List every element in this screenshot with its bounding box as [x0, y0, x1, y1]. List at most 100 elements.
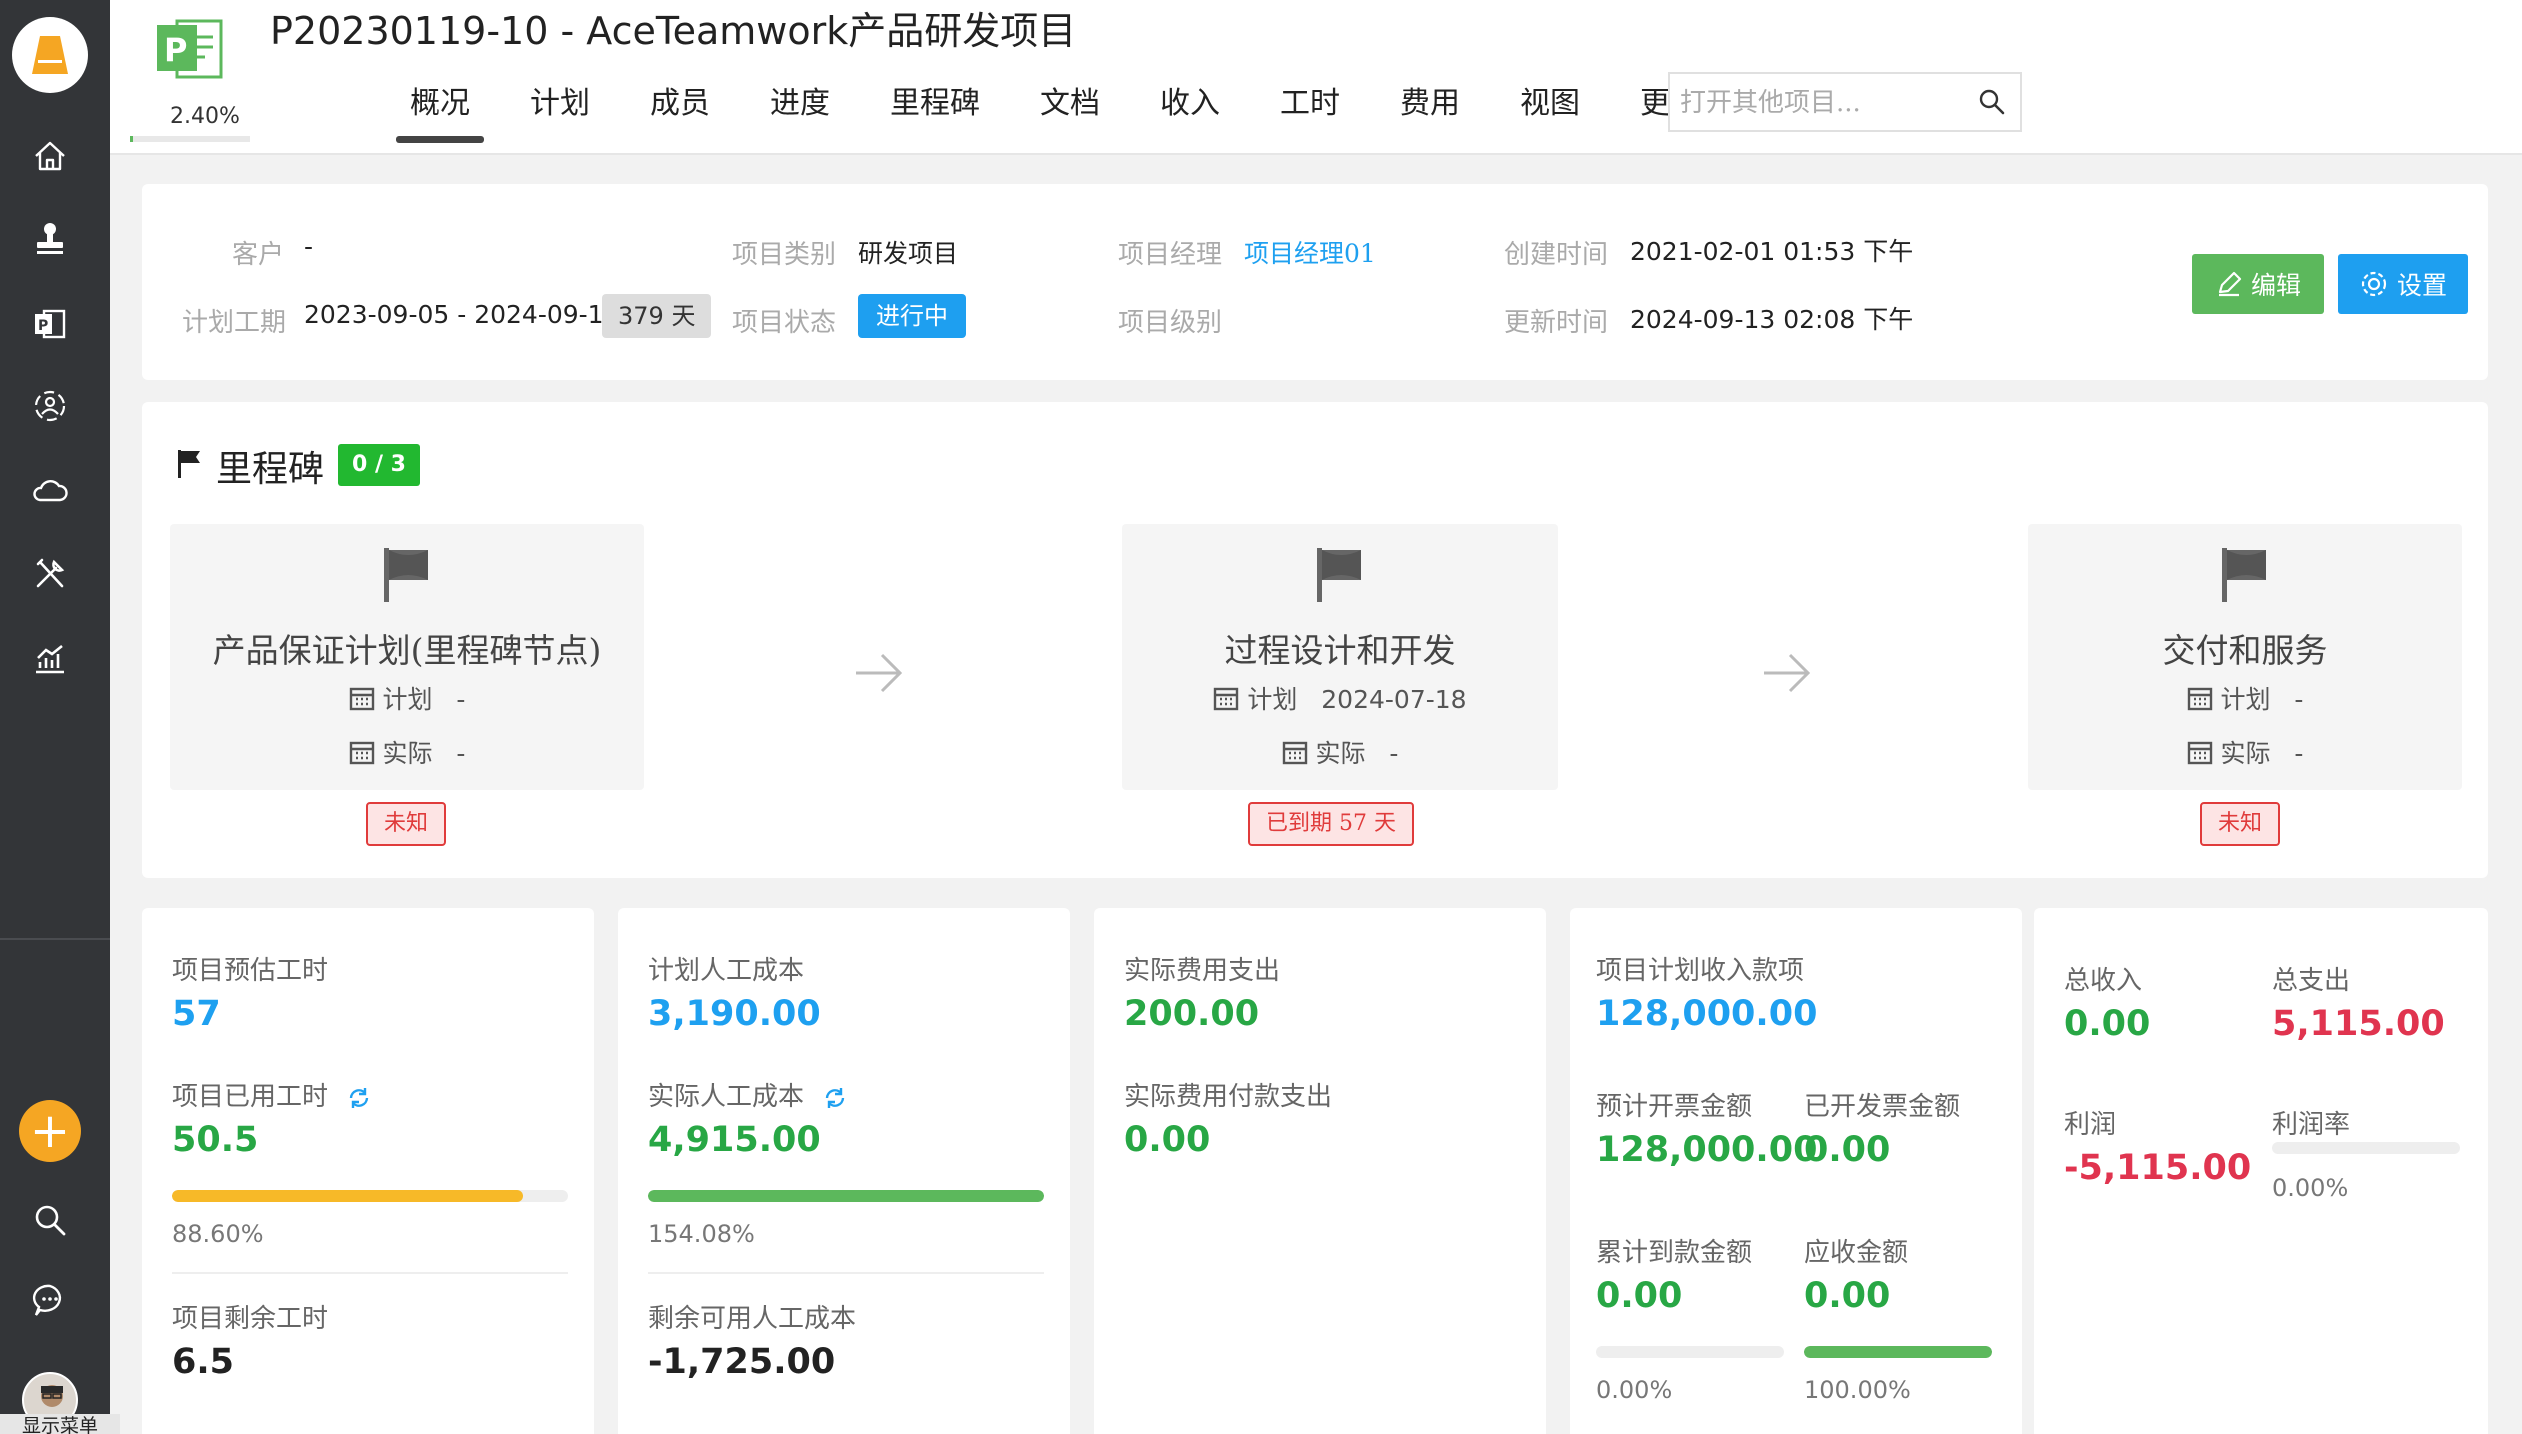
expected-invoice-value: 128,000.00 — [1596, 1130, 1818, 1170]
total-expense-label: 总支出 — [2272, 966, 2351, 996]
sidebar-divider — [0, 938, 110, 940]
actual-value: - — [1389, 739, 1399, 768]
calendar-icon — [1282, 741, 1307, 765]
received-bar — [1596, 1346, 1784, 1358]
calendar-icon — [349, 687, 374, 711]
created-label: 创建时间 — [1504, 240, 1609, 270]
project-progress-fill — [130, 136, 133, 142]
estimated-hours-label: 项目预估工时 — [172, 956, 329, 986]
plan-value: - — [2294, 685, 2304, 714]
customer-label: 客户 — [232, 240, 285, 270]
settings-button[interactable]: 设置 — [2338, 254, 2468, 314]
tab-documents[interactable]: 文档 — [1040, 78, 1100, 122]
total-income-value: 0.00 — [2064, 1004, 2151, 1044]
milestone-card[interactable]: 产品保证计划(里程碑节点) 计划 - 实际 - — [170, 524, 644, 790]
app-logo[interactable] — [12, 17, 88, 93]
search-icon[interactable] — [22, 1192, 78, 1248]
top-header: P 2.40% P20230119-10 - AceTeamwork产品研发项目… — [110, 0, 2522, 155]
tools-icon[interactable] — [22, 546, 78, 602]
report-icon[interactable] — [22, 630, 78, 686]
refresh-icon[interactable] — [346, 1085, 372, 1111]
milestones-count-badge: 0 / 3 — [338, 444, 420, 486]
tab-views[interactable]: 视图 — [1520, 78, 1580, 122]
plan-label: 计划 — [2220, 685, 2271, 714]
paid-expense-label: 实际费用付款支出 — [1124, 1082, 1333, 1112]
used-hours-bar — [172, 1190, 568, 1202]
remaining-labor-label: 剩余可用人工成本 — [648, 1304, 857, 1334]
actual-label: 实际 — [382, 739, 433, 768]
profit-margin-bar — [2272, 1142, 2460, 1154]
actual-value: - — [2294, 739, 2304, 768]
type-label: 项目类别 — [732, 240, 837, 270]
milestone-plan-line: 计划 2024-07-18 — [1122, 680, 1558, 716]
divider — [648, 1272, 1044, 1274]
milestone-card[interactable]: 交付和服务 计划 - 实际 - — [2028, 524, 2462, 790]
income-card: 项目计划收入款项 128,000.00 预计开票金额 128,000.00 已开… — [1570, 908, 2022, 1434]
svg-text:P: P — [164, 31, 187, 69]
profit-value: -5,115.00 — [2064, 1148, 2252, 1188]
tab-overview[interactable]: 概况 — [396, 78, 484, 143]
tab-income[interactable]: 收入 — [1160, 78, 1220, 122]
actual-label: 实际 — [1315, 739, 1366, 768]
tab-progress[interactable]: 进度 — [770, 78, 830, 122]
actual-labor-percent: 154.08% — [648, 1220, 755, 1248]
updated-label: 更新时间 — [1504, 308, 1609, 338]
customer-value: - — [304, 232, 314, 261]
tab-expenses[interactable]: 费用 — [1400, 78, 1460, 122]
status-label: 项目状态 — [732, 308, 837, 338]
home-icon[interactable] — [22, 128, 78, 184]
project-icon[interactable]: P — [22, 296, 78, 352]
profit-label: 利润 — [2064, 1110, 2117, 1140]
milestone-status-tag: 已到期 57 天 — [1248, 802, 1414, 846]
actual-expense-label: 实际费用支出 — [1124, 956, 1281, 986]
milestone-actual-line: 实际 - — [2028, 734, 2462, 770]
page-title: P20230119-10 - AceTeamwork产品研发项目 — [270, 9, 1077, 53]
updated-value: 2024-09-13 02:08 下午 — [1630, 305, 1914, 334]
planned-income-label: 项目计划收入款项 — [1596, 956, 1805, 986]
received-value: 0.00 — [1596, 1276, 1683, 1316]
milestone-name: 过程设计和开发 — [1224, 631, 1456, 670]
team-icon[interactable] — [22, 378, 78, 434]
cloud-icon[interactable] — [22, 462, 78, 518]
tab-hours[interactable]: 工时 — [1280, 78, 1340, 122]
tab-plan[interactable]: 计划 — [530, 78, 590, 122]
planned-income-value: 128,000.00 — [1596, 994, 1818, 1034]
search-input[interactable] — [1680, 84, 1970, 122]
hours-stat-card: 项目预估工时 57 项目已用工时 50.5 88.60% 项目剩余工时 6.5 — [142, 908, 594, 1434]
calendar-icon — [2187, 687, 2212, 711]
chat-icon[interactable] — [22, 1272, 78, 1328]
stamp-icon[interactable] — [22, 210, 78, 266]
type-value: 研发项目 — [858, 239, 959, 268]
created-value: 2021-02-01 01:53 下午 — [1630, 237, 1914, 266]
profit-margin-percent: 0.00% — [2272, 1174, 2349, 1202]
manager-link[interactable]: 项目经理01 — [1244, 234, 1376, 270]
receivable-label: 应收金额 — [1804, 1238, 1909, 1268]
milestones-title: 里程碑 — [216, 449, 325, 490]
received-label: 累计到款金额 — [1596, 1238, 1753, 1268]
refresh-icon[interactable] — [822, 1085, 848, 1111]
receivable-value: 0.00 — [1804, 1276, 1891, 1316]
milestone-actual-line: 实际 - — [1122, 734, 1558, 770]
flag-icon — [178, 450, 200, 478]
calendar-icon — [2187, 741, 2212, 765]
tab-members[interactable]: 成员 — [650, 78, 710, 122]
financial-summary-card: 总收入 0.00 总支出 5,115.00 利润 -5,115.00 利润率 0… — [2034, 908, 2488, 1434]
search-icon[interactable] — [1978, 88, 2006, 120]
logo-icon — [32, 36, 68, 74]
expected-invoice-label: 预计开票金额 — [1596, 1092, 1753, 1122]
menu-toggle[interactable]: 显示菜单 — [0, 1414, 120, 1434]
used-hours-bar-fill — [172, 1190, 523, 1202]
actual-labor-bar — [648, 1190, 1044, 1202]
profit-margin-label: 利润率 — [2272, 1110, 2351, 1140]
add-button[interactable]: + — [19, 1100, 81, 1162]
arrow-right-icon — [856, 653, 903, 693]
total-income-label: 总收入 — [2064, 966, 2143, 996]
tab-milestones[interactable]: 里程碑 — [890, 78, 980, 122]
project-file-icon: P — [155, 15, 225, 85]
gear-icon — [2361, 271, 2387, 297]
edit-button[interactable]: 编辑 — [2192, 254, 2324, 314]
settings-label: 设置 — [2396, 271, 2447, 300]
edit-icon — [2218, 271, 2242, 297]
milestone-card[interactable]: 过程设计和开发 计划 2024-07-18 实际 - — [1122, 524, 1558, 790]
milestone-status-tag: 未知 — [2200, 802, 2281, 846]
